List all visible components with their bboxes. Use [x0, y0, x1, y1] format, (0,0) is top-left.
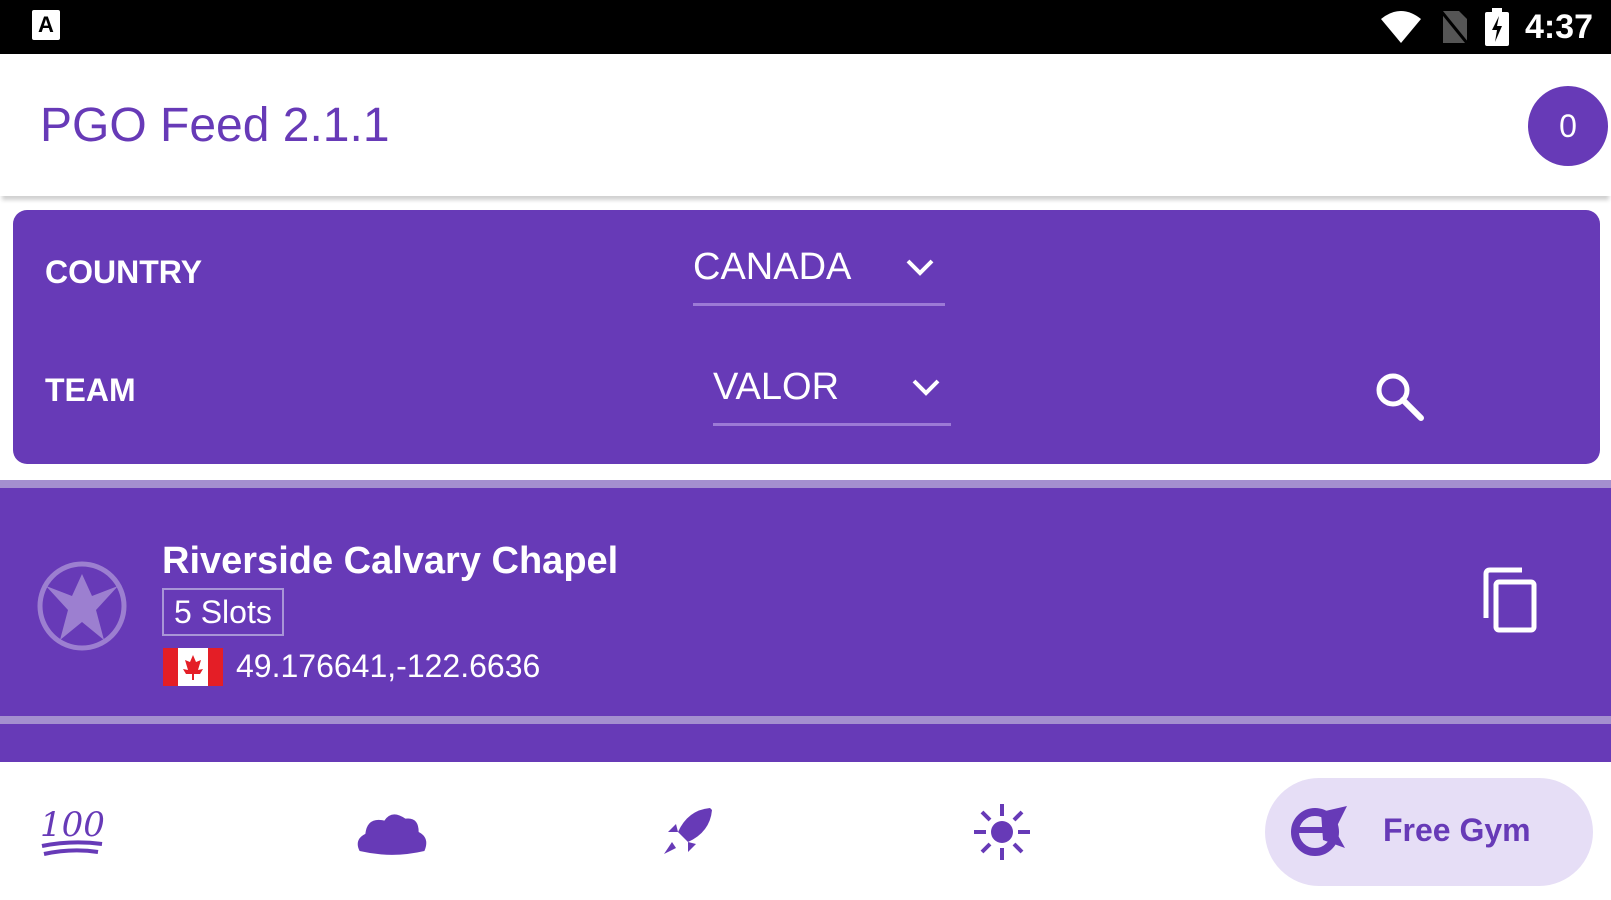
counter-badge[interactable]: 0 [1528, 86, 1608, 166]
chevron-down-icon [912, 379, 940, 396]
gym-list-item[interactable]: Riverside Calvary Chapel 5 Slots 49.1766… [0, 500, 1611, 712]
filter-card: COUNTRY CANADA TEAM VALOR [13, 210, 1600, 464]
bottom-navigation: 100 Free Gym [0, 762, 1611, 900]
country-select[interactable]: CANADA [693, 234, 945, 306]
hundred-icon: 100 [40, 805, 105, 856]
nav-item-hundred[interactable]: 100 [32, 792, 112, 872]
team-select[interactable]: VALOR [713, 354, 951, 426]
valor-icon [37, 561, 127, 651]
status-bar: A 4:37 [0, 0, 1611, 54]
clock: 4:37 [1524, 7, 1593, 46]
nav-item-rocket[interactable] [648, 792, 728, 872]
list-separator [0, 716, 1611, 724]
battery-charging-icon [1484, 8, 1509, 46]
slots-badge: 5 Slots [162, 588, 284, 636]
country-label: COUNTRY [45, 254, 203, 290]
no-sim-icon [1439, 10, 1469, 44]
nav-item-free-gym[interactable]: Free Gym [1265, 778, 1593, 886]
rocket-icon [664, 808, 712, 854]
status-icons: 4:37 [1379, 0, 1593, 54]
svg-text:100: 100 [40, 805, 105, 845]
chevron-down-icon [906, 259, 934, 276]
blob-icon [357, 814, 427, 855]
wifi-icon [1380, 11, 1421, 43]
app-header: PGO Feed 2.1.1 0 [0, 54, 1611, 196]
sparkle-icon [974, 804, 1030, 860]
nav-item-sparkle[interactable] [962, 792, 1042, 872]
team-label: TEAM [45, 372, 136, 408]
nav-free-gym-label: Free Gym [1383, 812, 1531, 848]
search-icon[interactable] [1373, 370, 1427, 424]
gym-coordinates: 49.176641,-122.6636 [236, 648, 541, 684]
team-value: VALOR [713, 366, 840, 408]
country-value: CANADA [693, 246, 852, 288]
canada-flag-icon [163, 648, 223, 686]
app-title: PGO Feed 2.1.1 [40, 99, 390, 152]
notification-a-icon: A [32, 10, 60, 40]
free-gym-icon [1291, 806, 1347, 856]
gym-name: Riverside Calvary Chapel [162, 540, 619, 582]
copy-icon[interactable] [1480, 566, 1540, 636]
nav-item-blob[interactable] [352, 792, 432, 872]
list-separator [0, 480, 1611, 488]
